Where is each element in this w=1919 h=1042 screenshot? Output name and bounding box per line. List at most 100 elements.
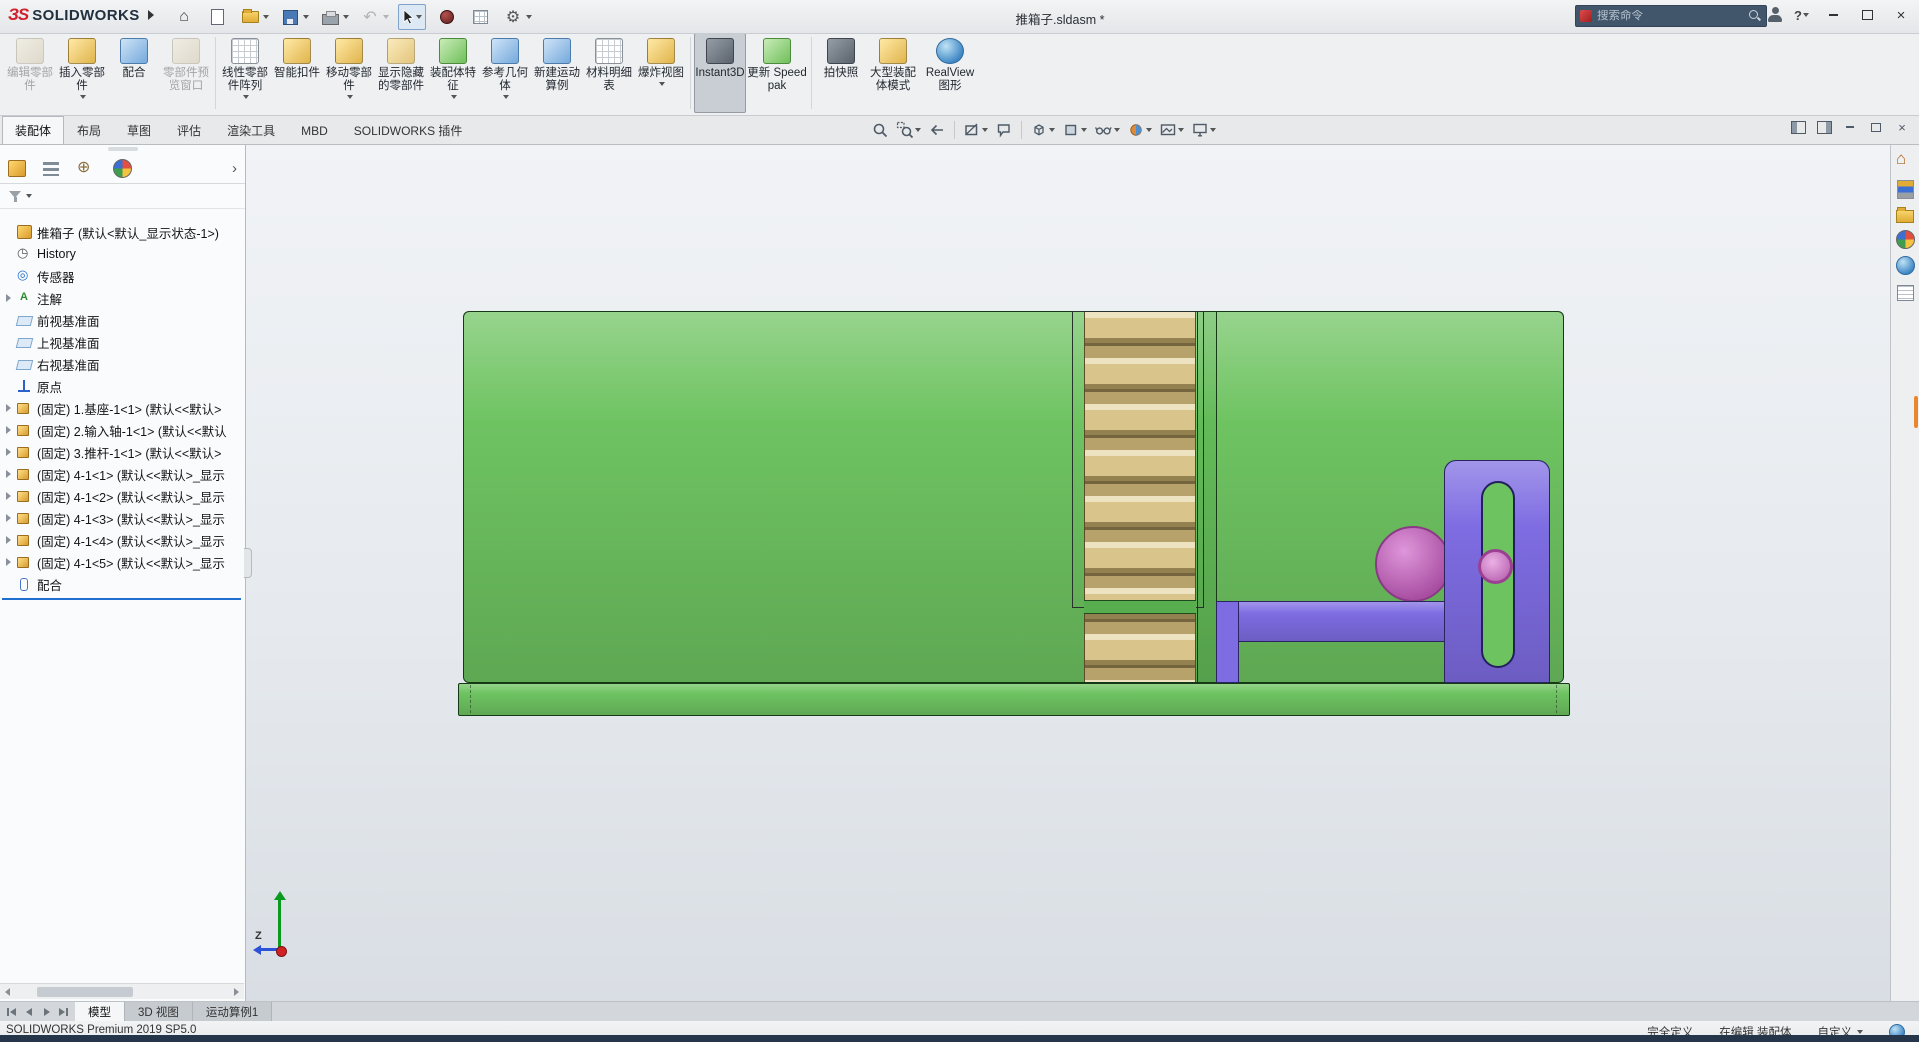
pane-right-icon[interactable] [1815, 119, 1833, 135]
chevron-right-icon[interactable]: › [232, 161, 237, 176]
tree-item-annotations[interactable]: 注解 [0, 287, 245, 309]
insert-components-button[interactable]: 插入零部件 [56, 33, 108, 113]
panel-collapse-handle[interactable] [0, 144, 245, 153]
graphics-area[interactable]: Z [246, 144, 1890, 1001]
view-settings-icon[interactable] [1190, 120, 1217, 140]
evaluate-grid-icon[interactable] [468, 5, 492, 29]
propertymanager-tab-icon[interactable] [43, 162, 59, 176]
scene-icon[interactable] [1895, 256, 1915, 275]
document-close-icon[interactable]: × [1893, 119, 1911, 135]
displaymanager-tab-icon[interactable] [113, 158, 132, 178]
edit-appearance-icon[interactable] [1126, 120, 1153, 140]
minimize-button[interactable] [1819, 4, 1847, 26]
assembly-features-button[interactable]: 装配体特征 [427, 33, 479, 113]
update-speedpak-button[interactable]: 更新 Speedpak [746, 33, 808, 113]
tree-item-component[interactable]: (固定) 4-1<3> (默认<<默认>_显示 [0, 507, 245, 529]
take-snapshot-button[interactable]: 拍快照 [815, 33, 867, 113]
help-button[interactable]: ? [1790, 8, 1813, 23]
tab-assembly[interactable]: 装配体 [2, 116, 65, 144]
tree-item-component[interactable]: (固定) 1.基座-1<1> (默认<<默认> [0, 397, 245, 419]
tab-solidworks-addins[interactable]: SOLIDWORKS 插件 [341, 116, 476, 144]
panel-splitter-handle[interactable] [244, 548, 252, 578]
mate-button[interactable]: 配合 [108, 33, 160, 113]
expand-arrow-icon[interactable] [6, 492, 17, 500]
tree-item-component[interactable]: (固定) 3.推杆-1<1> (默认<<默认> [0, 441, 245, 463]
tab-render-tools[interactable]: 渲染工具 [214, 116, 288, 144]
close-button[interactable]: × [1887, 4, 1915, 26]
custom-properties-icon[interactable] [1896, 285, 1914, 301]
model-base-plate[interactable] [458, 683, 1570, 716]
open-button[interactable] [238, 5, 269, 29]
tree-item-mates[interactable]: 配合 [0, 573, 245, 595]
save-button[interactable] [278, 5, 309, 29]
logo-flyout-icon[interactable] [147, 10, 154, 20]
component-preview-window-button[interactable]: 零部件预览窗口 [160, 33, 212, 113]
tab-motion-study-1[interactable]: 运动算例1 [192, 1002, 273, 1022]
search-icon[interactable] [1748, 9, 1762, 23]
instant3d-button[interactable]: Instant3D [694, 33, 746, 113]
appearances-icon[interactable] [1895, 230, 1915, 249]
model-bracket-leg[interactable] [1216, 601, 1239, 683]
tab-3d-views[interactable]: 3D 视图 [125, 1002, 193, 1022]
next-tab-icon[interactable] [41, 1007, 51, 1017]
tree-item-origin[interactable]: 原点 [0, 375, 245, 397]
tab-layout[interactable]: 布局 [64, 116, 114, 144]
section-view-icon[interactable] [962, 120, 989, 140]
expand-arrow-icon[interactable] [6, 426, 17, 434]
previous-tab-icon[interactable] [24, 1007, 34, 1017]
apply-scene-icon[interactable] [1158, 120, 1185, 140]
first-tab-icon[interactable] [7, 1007, 17, 1017]
edit-component-button[interactable]: 编辑零部件 [4, 33, 56, 113]
bill-of-materials-button[interactable]: 材料明细表 [583, 33, 635, 113]
show-hidden-components-button[interactable]: 显示隐藏的零部件 [375, 33, 427, 113]
expand-arrow-icon[interactable] [6, 294, 17, 302]
expand-arrow-icon[interactable] [6, 448, 17, 456]
home-icon[interactable] [172, 5, 196, 29]
last-tab-icon[interactable] [58, 1007, 68, 1017]
new-document-icon[interactable] [205, 5, 229, 29]
file-explorer-icon[interactable] [1896, 207, 1914, 223]
tree-item-right-plane[interactable]: 右视基准面 [0, 353, 245, 375]
document-minimize-icon[interactable] [1841, 119, 1859, 135]
sphere-icon[interactable] [435, 5, 459, 29]
zoom-to-fit-icon[interactable] [870, 120, 890, 140]
search-input[interactable] [1592, 10, 1748, 22]
expand-arrow-icon[interactable] [6, 404, 17, 412]
realview-graphics-button[interactable]: RealView 图形 [919, 33, 981, 113]
model-pusher-band[interactable] [1084, 600, 1196, 614]
rollback-bar[interactable] [2, 598, 241, 600]
tab-sketch[interactable]: 草图 [114, 116, 164, 144]
restore-button[interactable] [1853, 4, 1881, 26]
tree-item-component[interactable]: (固定) 4-1<4> (默认<<默认>_显示 [0, 529, 245, 551]
tab-model[interactable]: 模型 [75, 1002, 125, 1022]
display-style-icon[interactable] [1061, 120, 1088, 140]
view-orientation-icon[interactable] [1029, 120, 1056, 140]
tree-item-component[interactable]: (固定) 4-1<2> (默认<<默认>_显示 [0, 485, 245, 507]
scrollbar-thumb[interactable] [37, 986, 133, 997]
tree-item-component[interactable]: (固定) 4-1<5> (默认<<默认>_显示 [0, 551, 245, 573]
options-button[interactable] [501, 5, 532, 29]
scroll-right-icon[interactable] [229, 985, 244, 999]
new-motion-study-button[interactable]: 新建运动算例 [531, 33, 583, 113]
featuremanager-tab-icon[interactable] [8, 160, 26, 177]
select-cursor-button[interactable] [398, 4, 426, 30]
command-search[interactable] [1575, 5, 1767, 27]
zoom-to-area-icon[interactable] [895, 120, 922, 140]
home-icon[interactable] [1895, 149, 1915, 171]
undo-button[interactable] [358, 5, 389, 29]
expand-arrow-icon[interactable] [6, 470, 17, 478]
dynamic-annotation-icon[interactable] [994, 120, 1014, 140]
smart-fasteners-button[interactable]: 智能扣件 [271, 33, 323, 113]
tree-item-front-plane[interactable]: 前视基准面 [0, 309, 245, 331]
large-assembly-mode-button[interactable]: 大型装配体模式 [867, 33, 919, 113]
user-account-icon[interactable] [1766, 6, 1784, 24]
move-component-button[interactable]: 移动零部件 [323, 33, 375, 113]
exploded-view-button[interactable]: 爆炸视图 [635, 33, 687, 113]
document-restore-icon[interactable] [1867, 119, 1885, 135]
tree-item-top-plane[interactable]: 上视基准面 [0, 331, 245, 353]
expand-arrow-icon[interactable] [6, 514, 17, 522]
pane-left-icon[interactable] [1789, 119, 1807, 135]
reference-geometry-button[interactable]: 参考几何体 [479, 33, 531, 113]
tab-mbd[interactable]: MBD [288, 116, 341, 144]
filter-dropdown-icon[interactable] [26, 194, 32, 198]
